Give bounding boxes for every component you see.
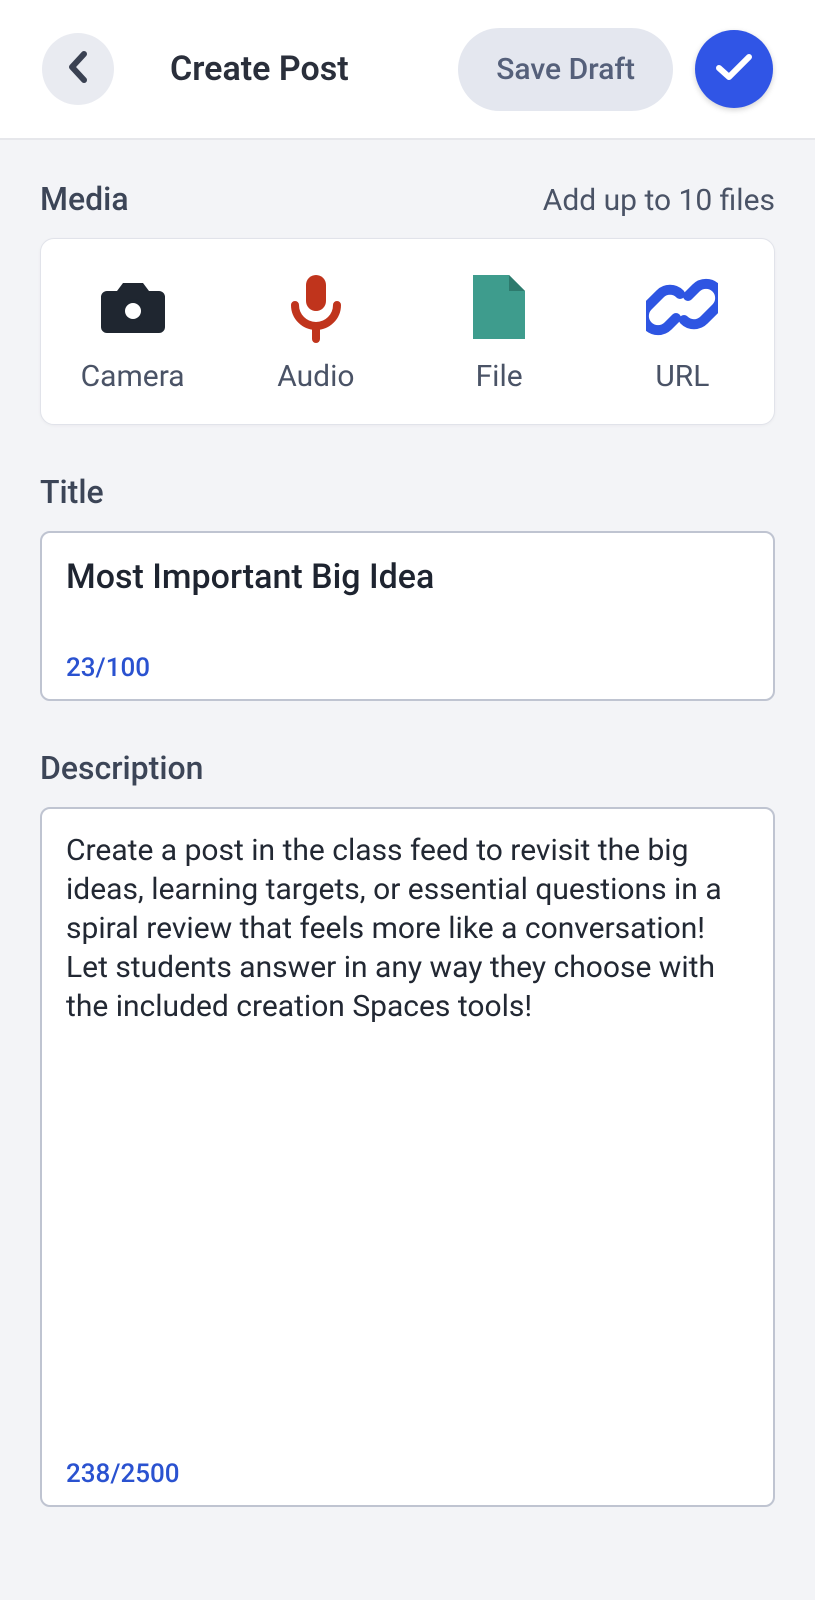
submit-button[interactable] — [695, 30, 773, 108]
title-input[interactable] — [66, 555, 749, 599]
chevron-left-icon — [66, 50, 90, 88]
media-option-label: Camera — [81, 359, 185, 394]
media-option-label: URL — [655, 359, 709, 394]
save-draft-button[interactable]: Save Draft — [458, 28, 673, 111]
description-label: Description — [40, 749, 775, 787]
header-bar: Create Post Save Draft — [0, 0, 815, 140]
description-field-container: 238/2500 — [40, 807, 775, 1507]
media-option-label: Audio — [277, 359, 354, 394]
content-area: Media Add up to 10 files Camera — [0, 140, 815, 1507]
back-button[interactable] — [42, 33, 114, 105]
media-label: Media — [40, 180, 129, 218]
file-icon — [469, 271, 529, 343]
check-icon — [714, 52, 754, 86]
page-title: Create Post — [170, 49, 458, 89]
microphone-icon — [281, 271, 351, 343]
media-option-url[interactable]: URL — [591, 271, 774, 394]
description-char-counter: 238/2500 — [66, 1459, 749, 1489]
media-option-audio[interactable]: Audio — [224, 271, 407, 394]
media-option-label: File — [476, 359, 523, 394]
camera-icon — [97, 271, 169, 343]
media-hint: Add up to 10 files — [543, 183, 775, 218]
title-field-container: 23/100 — [40, 531, 775, 701]
description-input[interactable] — [66, 831, 749, 1459]
title-char-counter: 23/100 — [66, 653, 749, 683]
media-option-file[interactable]: File — [408, 271, 591, 394]
link-icon — [646, 271, 718, 343]
title-label: Title — [40, 473, 775, 511]
media-section-header: Media Add up to 10 files — [40, 180, 775, 218]
media-option-camera[interactable]: Camera — [41, 271, 224, 394]
media-options-card: Camera Audio File — [40, 238, 775, 425]
